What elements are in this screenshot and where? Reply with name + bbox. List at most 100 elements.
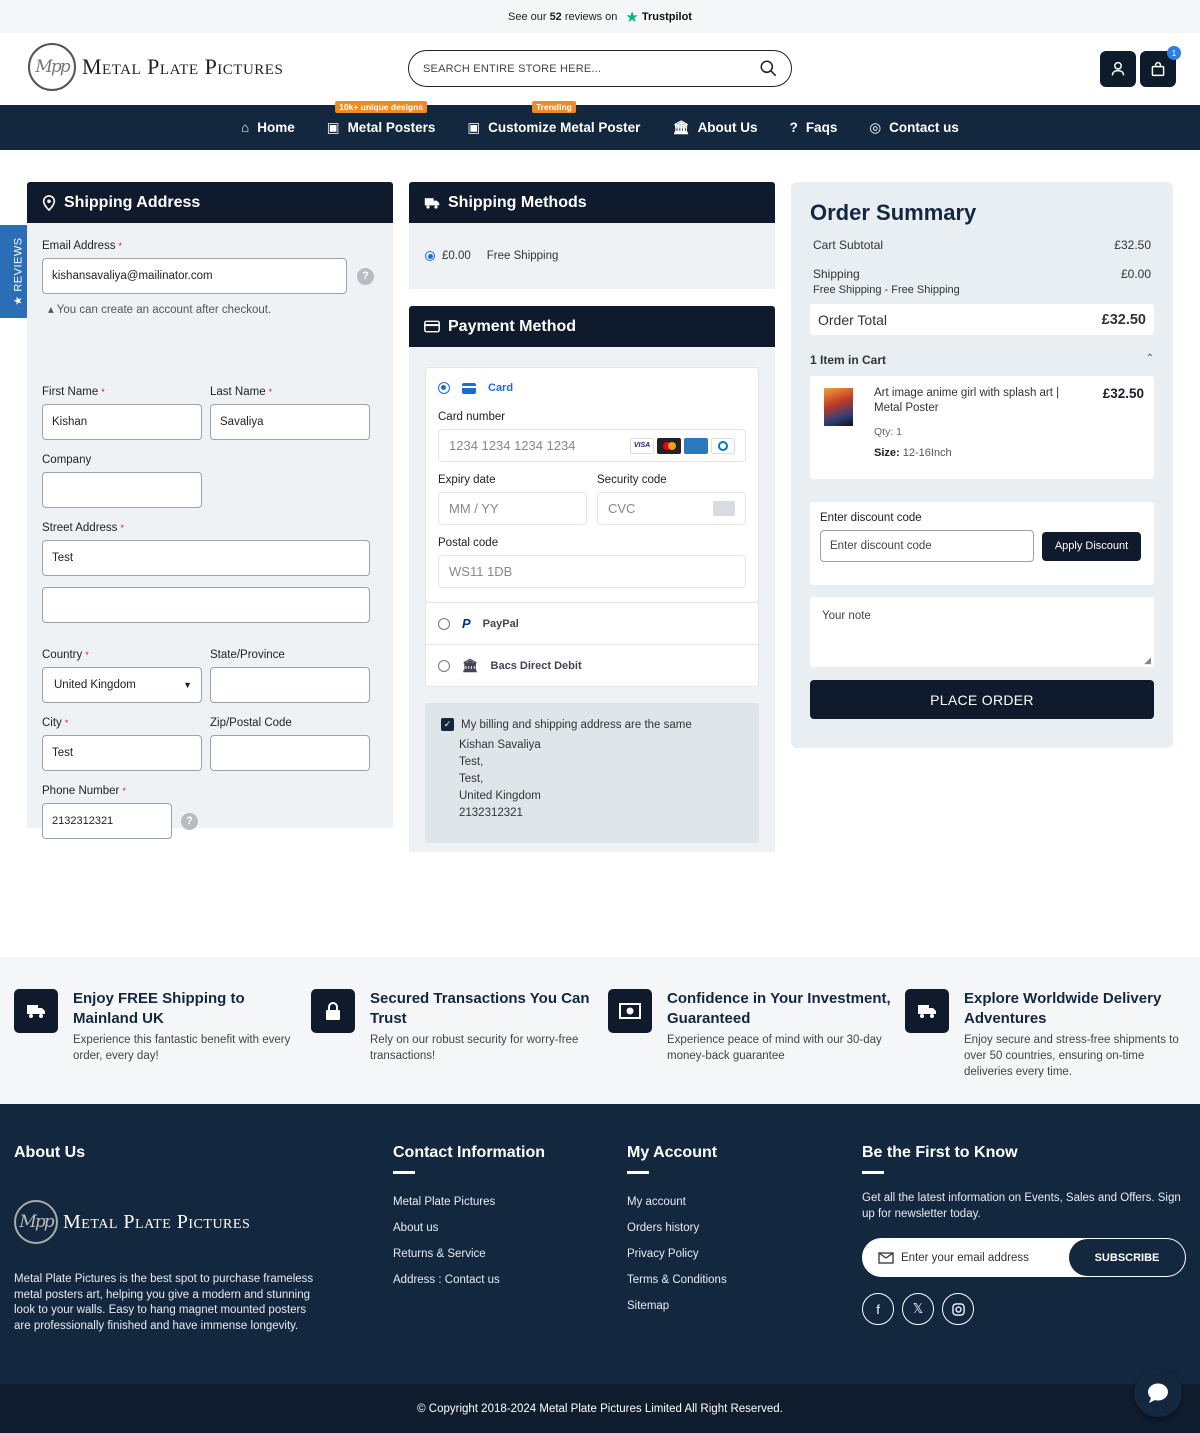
state-label: State/Province (210, 649, 285, 661)
nav-label: Contact us (889, 120, 959, 135)
user-icon (1111, 61, 1125, 76)
expiry-field[interactable]: MM / YY (438, 492, 587, 525)
site-header: Mpp Metal Plate Pictures SEARCH ENTIRE S… (0, 33, 1200, 105)
footer-link-my-account[interactable]: My account (627, 1196, 727, 1208)
postal-code-label: Postal code (438, 537, 499, 549)
card-option-label: Card (488, 382, 514, 394)
nav-customize-metal-poster[interactable]: Trending ▣ Customize Metal Poster (467, 100, 641, 136)
footer-link-returns[interactable]: Returns & Service (393, 1248, 545, 1260)
nav-label: Customize Metal Poster (488, 120, 641, 135)
bacs-option[interactable]: 🏛︎ Bacs Direct Debit (425, 645, 759, 687)
footer-link-orders[interactable]: Orders history (627, 1222, 727, 1234)
first-name-field[interactable]: Kishan (42, 404, 202, 440)
apply-discount-button[interactable]: Apply Discount (1042, 531, 1141, 561)
trustpilot-bar[interactable]: See our 52 reviews on ★ Trustpilot (0, 0, 1200, 33)
cvc-field[interactable]: CVC (597, 492, 746, 525)
subscribe-button[interactable]: SUBSCRIBE (1069, 1239, 1185, 1276)
paypal-radio[interactable] (438, 617, 450, 630)
site-logo[interactable]: Mpp Metal Plate Pictures (28, 43, 283, 91)
heading-underline (627, 1171, 649, 1174)
help-icon[interactable]: ? (357, 267, 374, 285)
card-option-row[interactable]: Card (438, 382, 746, 394)
city-label: City * (42, 717, 69, 729)
first-name-label: First Name * (42, 386, 105, 398)
chat-button[interactable] (1134, 1369, 1182, 1417)
feature-text: Rely on our robust security for worry-fr… (370, 1034, 579, 1062)
help-icon[interactable]: ? (181, 812, 198, 830)
nav-label: About Us (697, 120, 758, 135)
street-address-line2-field[interactable] (42, 587, 370, 623)
shipping-method-free[interactable]: £0.00 Free Shipping (409, 223, 775, 289)
footer-link-privacy[interactable]: Privacy Policy (627, 1248, 727, 1260)
nav-contact-us[interactable]: ◎ Contact us (869, 120, 959, 136)
footer-logo[interactable]: Mpp Metal Plate Pictures (14, 1200, 324, 1244)
email-field[interactable]: kishansavaliya@mailinator.com (42, 258, 347, 294)
search-icon[interactable] (760, 60, 777, 77)
shipping-detail: Free Shipping - Free Shipping (813, 284, 960, 296)
cart-button[interactable]: 1 (1140, 46, 1181, 87)
nav-home[interactable]: ⌂ Home (241, 120, 295, 135)
postal-code-field[interactable]: WS11 1DB (438, 555, 746, 588)
nav-metal-posters[interactable]: 10k+ unique designs ▣ Metal Posters (326, 100, 435, 136)
billing-line: 2132312321 (459, 807, 523, 819)
search-input[interactable]: SEARCH ENTIRE STORE HERE... (408, 50, 792, 87)
footer-about: About Us Mpp Metal Plate Pictures Metal … (14, 1144, 324, 1334)
footer-link-about[interactable]: About us (393, 1222, 545, 1234)
diners-icon (711, 437, 735, 454)
image-icon: ▣ (326, 119, 340, 135)
facebook-icon[interactable]: f (862, 1293, 894, 1325)
billing-same-checkbox-row[interactable]: ✓ My billing and shipping address are th… (441, 718, 743, 731)
product-thumbnail[interactable] (824, 388, 853, 426)
order-summary-panel: Order Summary Cart Subtotal £32.50 Shippi… (791, 182, 1173, 748)
discount-label: Enter discount code (820, 512, 922, 524)
phone-label: Phone Number * (42, 785, 126, 797)
subtotal-row: Cart Subtotal £32.50 (813, 238, 1151, 252)
nav-about-us[interactable]: 🏛︎ About Us (672, 120, 757, 136)
card-radio[interactable] (438, 382, 450, 394)
footer-link-sitemap[interactable]: Sitemap (627, 1300, 727, 1312)
nav-faqs[interactable]: ? Faqs (790, 120, 838, 135)
shipping-method-radio[interactable] (425, 251, 435, 261)
order-note-field[interactable]: Your note ◢ (810, 597, 1154, 667)
phone-field[interactable]: 2132312321 (42, 803, 172, 839)
location-pin-icon (42, 194, 56, 211)
feature-title: Secured Transactions You Can Trust (370, 990, 590, 1027)
feature-title: Confidence in Your Investment, Guarantee… (667, 990, 891, 1027)
resize-handle-icon[interactable]: ◢ (1144, 655, 1151, 666)
feature-title: Explore Worldwide Delivery Adventures (964, 990, 1162, 1027)
cart-items-toggle[interactable]: 1 Item in Cart ⌃ (810, 353, 1154, 367)
account-button[interactable] (1100, 51, 1136, 87)
product-name[interactable]: Art image anime girl with splash art | M… (874, 386, 1084, 416)
newsletter-form: Enter your email address SUBSCRIBE (862, 1238, 1186, 1277)
discount-input[interactable]: Enter discount code (820, 530, 1034, 562)
shipping-method-name: Free Shipping (486, 250, 559, 262)
logo-text: Metal Plate Pictures (63, 1210, 251, 1233)
billing-line: Kishan Savaliya (459, 739, 541, 751)
paypal-label: PayPal (482, 617, 519, 630)
street-address-field[interactable]: Test (42, 540, 370, 576)
search-placeholder: SEARCH ENTIRE STORE HERE... (423, 62, 602, 75)
city-field[interactable]: Test (42, 735, 202, 771)
paypal-option[interactable]: P PayPal (425, 603, 759, 645)
x-twitter-icon[interactable]: 𝕏 (902, 1293, 934, 1325)
logo-mark: Mpp (28, 43, 76, 91)
card-number-field[interactable]: 1234 1234 1234 1234 VISA (438, 429, 746, 462)
state-field[interactable] (210, 667, 370, 703)
newsletter-email-input[interactable]: Enter your email address (878, 1252, 1029, 1264)
footer-contact: Contact Information Metal Plate Pictures… (393, 1144, 545, 1286)
credit-card-icon (424, 320, 440, 333)
place-order-button[interactable]: PLACE ORDER (810, 680, 1154, 719)
street-address-label: Street Address * (42, 522, 124, 534)
company-field[interactable] (42, 472, 202, 508)
nav-tag-trending: Trending (531, 100, 576, 113)
instagram-icon[interactable] (942, 1293, 974, 1325)
payment-method-body: Card Card number 1234 1234 1234 1234 VIS… (409, 347, 775, 852)
footer-link-terms[interactable]: Terms & Conditions (627, 1274, 727, 1286)
last-name-field[interactable]: Savaliya (210, 404, 370, 440)
footer-newsletter: Be the First to Know Get all the latest … (862, 1144, 1186, 1325)
checkbox-checked-icon[interactable]: ✓ (441, 718, 454, 731)
zip-field[interactable] (210, 735, 370, 771)
footer-address[interactable]: Address : Contact us (393, 1274, 545, 1286)
country-select[interactable]: United Kingdom ▼ (42, 667, 202, 703)
bacs-radio[interactable] (438, 659, 450, 672)
